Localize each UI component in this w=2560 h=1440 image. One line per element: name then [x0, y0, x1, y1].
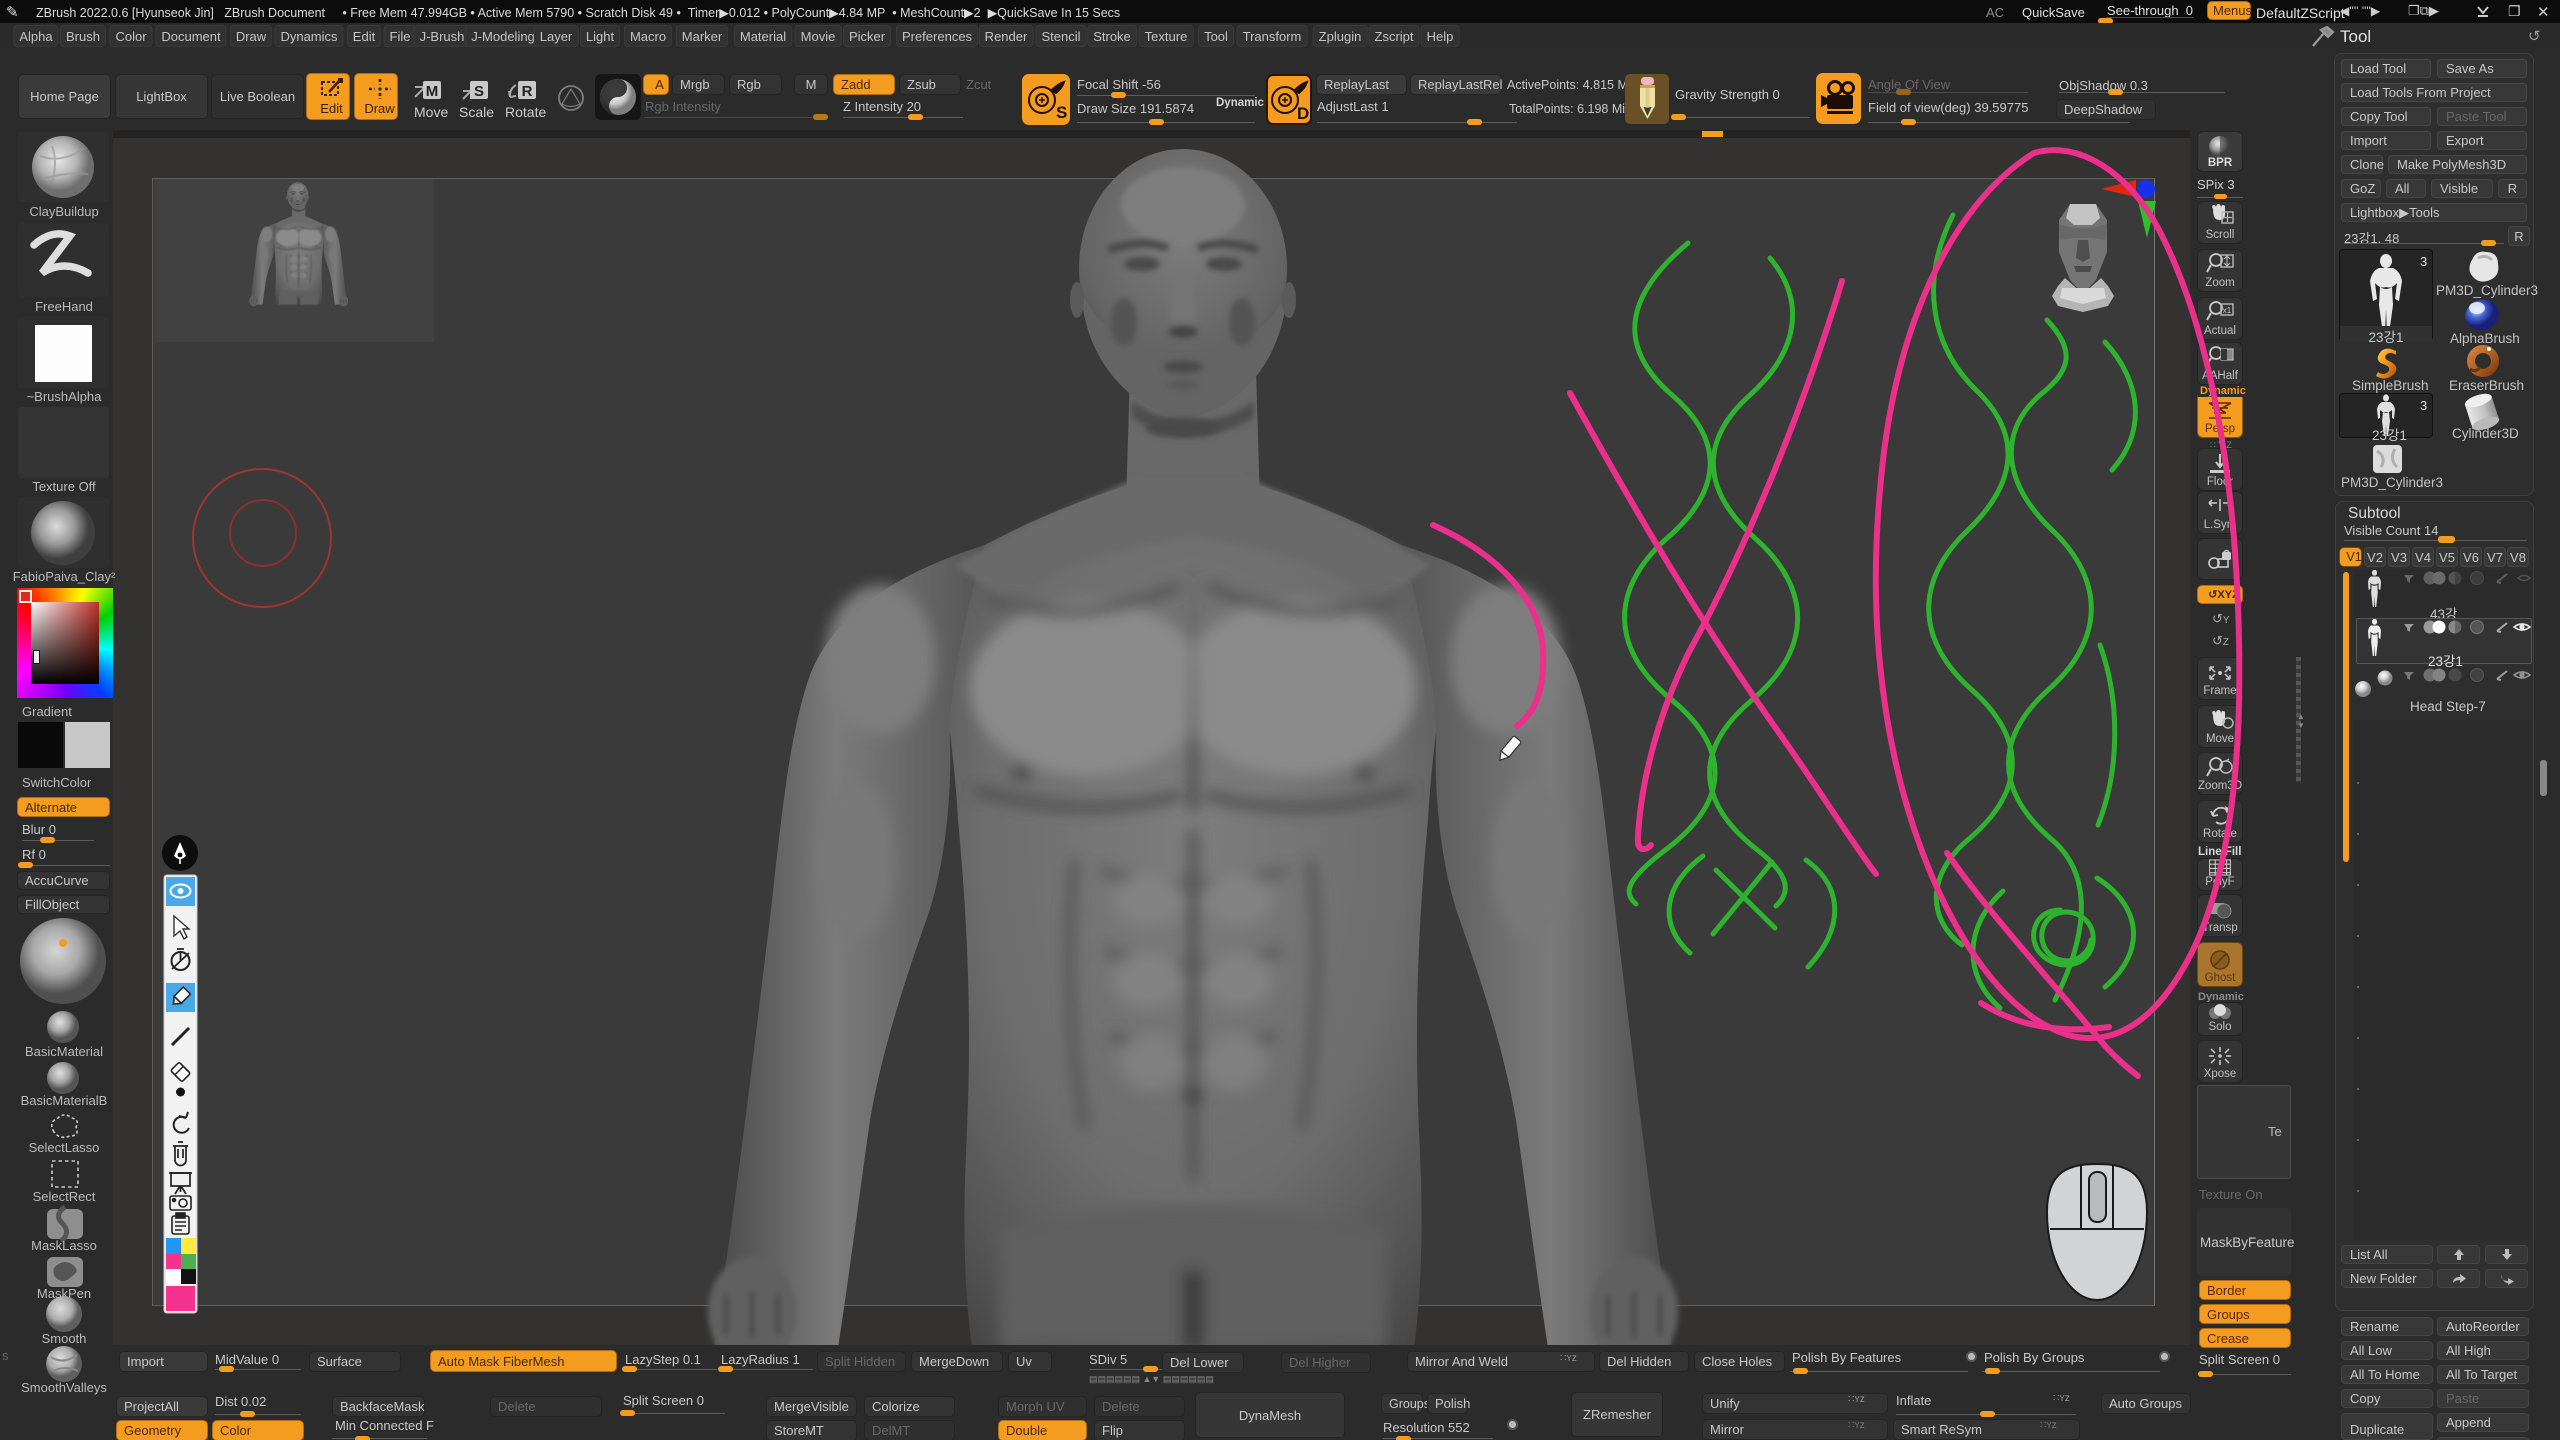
svg-text:M: M — [426, 83, 439, 100]
svg-text:R: R — [522, 83, 533, 100]
svg-text:D: D — [1297, 104, 1309, 123]
svg-text:x1: x1 — [2223, 306, 2232, 315]
svg-text:S: S — [474, 83, 484, 100]
svg-text:S: S — [1056, 103, 1067, 122]
